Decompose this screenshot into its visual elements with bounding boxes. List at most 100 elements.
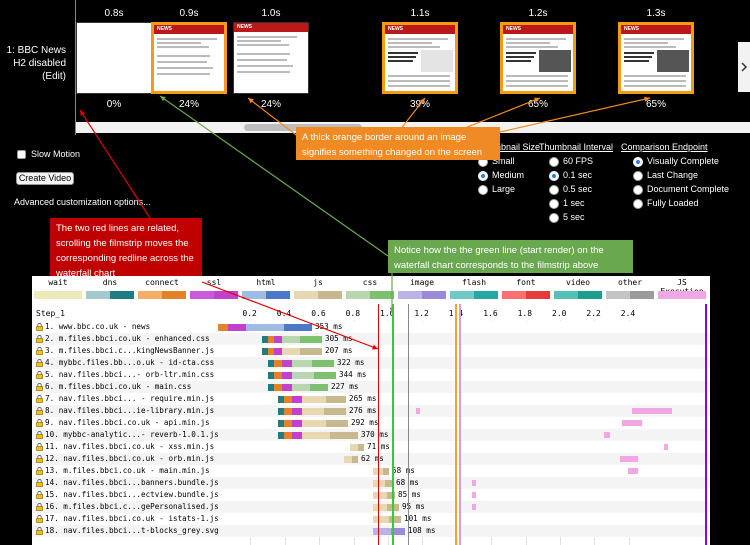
row-label: 9. nav.files.bbci.co.uk - api.min.js (45, 418, 210, 427)
table-row[interactable]: 2. m.files.bbci.co.uk - enhanced.css 305 … (32, 333, 710, 345)
radio-0-5-sec[interactable] (549, 185, 559, 195)
lock-icon (36, 430, 43, 439)
table-row[interactable]: 18. nav.files.bbci...t-blocks_grey.svg 10… (32, 525, 710, 537)
chevron-right-icon[interactable] (738, 42, 750, 92)
frame-percent: 24% (260, 99, 281, 110)
filmstrip-frame[interactable]: NEWS (382, 22, 458, 94)
lock-icon (36, 382, 43, 391)
table-row[interactable]: 4. mybbc.files.bb...o.uk - id-cta.css 322… (32, 357, 710, 369)
table-row[interactable]: 7. nav.files.bbci... - require.min.js 265… (32, 393, 710, 405)
legend-swatch (606, 291, 630, 299)
table-row[interactable]: 3. m.files.bbci.c...kingNewsBanner.js 207… (32, 345, 710, 357)
frame-percent: 65% (527, 99, 548, 110)
radio-document-complete[interactable] (633, 185, 643, 195)
legend-swatch (682, 291, 706, 299)
radio-1-sec[interactable] (549, 199, 559, 209)
request-segment (274, 384, 282, 391)
legend-swatch (554, 291, 578, 299)
table-row[interactable]: 9. nav.files.bbci.co.uk - api.min.js 292 … (32, 417, 710, 429)
radio-visually-complete[interactable] (633, 157, 643, 167)
axis-tick: 0.8 (345, 309, 361, 318)
row-label: 6. m.files.bbci.co.uk - main.css (45, 382, 192, 391)
table-row[interactable]: 17. nav.files.bbci.co.uk - istats-1.js 10… (32, 513, 710, 525)
radio-large[interactable] (478, 185, 488, 195)
request-time: 322 ms (337, 358, 365, 367)
legend-label: dns (102, 278, 118, 287)
js-execution-mark (632, 408, 672, 414)
axis-tick: 0.6 (311, 309, 326, 318)
request-segment (292, 432, 302, 439)
row-label: 2. m.files.bbci.co.uk - enhanced.css (45, 334, 210, 343)
row-label: 8. nav.files.bbci...ie-library.min.js (45, 406, 215, 415)
content-line (624, 85, 686, 87)
request-segment (292, 372, 314, 379)
radio-last-change[interactable] (633, 171, 643, 181)
table-row[interactable]: 8. nav.files.bbci...ie-library.min.js 276… (32, 405, 710, 417)
request-time: 265 ms (349, 394, 377, 403)
filmstrip-frame[interactable]: NEWS (500, 22, 576, 94)
filmstrip-frame[interactable]: NEWS (233, 22, 309, 94)
request-segment (330, 432, 358, 439)
request-segment (373, 480, 385, 487)
radio-60-fps[interactable] (549, 157, 559, 167)
radio-medium[interactable] (478, 171, 488, 181)
filmstrip-frame[interactable]: NEWS (618, 22, 694, 94)
axis-tick: 2.4 (620, 309, 636, 318)
request-segment (282, 372, 292, 379)
table-row[interactable]: 6. m.files.bbci.co.uk - main.css 227 ms (32, 381, 710, 393)
content-line (388, 42, 432, 44)
create-video-button[interactable]: Create Video (16, 172, 74, 185)
table-row[interactable]: 15. nav.files.bbci...ectview.bundle.js 85… (32, 489, 710, 501)
run-edit-link[interactable]: (Edit) (4, 70, 66, 83)
frame-time: 1.0s (261, 8, 281, 19)
radio-5-sec[interactable] (549, 213, 559, 223)
legend-swatch (214, 291, 238, 299)
callout-orange: A thick orange border around an image si… (296, 127, 500, 160)
lock-icon (36, 442, 43, 451)
table-row[interactable]: 1. www.bbc.co.uk - news 353 ms (32, 321, 710, 333)
filmstrip-frame[interactable] (76, 22, 152, 94)
lock-icon (36, 490, 43, 499)
render-line (408, 304, 409, 545)
news-logo: NEWS (506, 26, 521, 32)
legend-label: video (565, 278, 591, 287)
lock-icon (36, 358, 43, 367)
table-row[interactable]: 14. nav.files.bbci...banners.bundle.js 68… (32, 477, 710, 489)
frame-percent: 39% (409, 99, 430, 110)
legend-label: ssl (206, 278, 222, 287)
table-row[interactable]: 11. nav.files.bbci.co.uk - xss.min.js 71 … (32, 441, 710, 453)
radio-fully-loaded[interactable] (633, 199, 643, 209)
content-line (506, 38, 566, 40)
request-segment (284, 408, 292, 415)
request-segment (373, 516, 389, 523)
filmstrip: 1: BBC News H2 disabled (Edit) 0.8s 0% 0.9… (0, 0, 750, 135)
content-line (624, 80, 686, 82)
request-segment (292, 420, 302, 427)
table-row[interactable]: 16. m.files.bbci.c...gePersonalised.js 95… (32, 501, 710, 513)
content-line (157, 42, 201, 44)
legend-swatch (630, 291, 654, 299)
request-segment (292, 384, 310, 391)
content-line (388, 75, 450, 77)
frame-time: 1.1s (410, 8, 430, 19)
advanced-options-link[interactable]: Advanced customization options... (14, 197, 151, 207)
table-row[interactable]: 5. nav.files.bbci...- orb-ltr.min.css 344… (32, 369, 710, 381)
request-segment (284, 324, 312, 331)
headline-line (624, 56, 652, 58)
headline-line (506, 52, 536, 54)
legend-swatch (422, 291, 446, 299)
request-time: 292 ms (351, 418, 379, 427)
news-header: NEWS (154, 25, 224, 34)
filmstrip-frame[interactable]: NEWS (151, 22, 227, 94)
axis-tick: 1.2 (414, 309, 429, 318)
radio-0-1-sec[interactable] (549, 171, 559, 181)
run-label[interactable]: 1: BBC News H2 disabled (Edit) (4, 44, 66, 83)
request-time: 207 ms (325, 346, 353, 355)
request-time: 95 ms (402, 502, 425, 511)
slow-motion-checkbox[interactable] (17, 150, 26, 159)
table-row[interactable]: 13. m.files.bbci.co.uk - main.min.js 58 m… (32, 465, 710, 477)
lock-icon (36, 334, 43, 343)
table-row[interactable]: 12. nav.files.bbci.co.uk - orb.min.js 62 … (32, 453, 710, 465)
request-segment (292, 396, 302, 403)
row-label: 15. nav.files.bbci...ectview.bundle.js (45, 490, 219, 499)
